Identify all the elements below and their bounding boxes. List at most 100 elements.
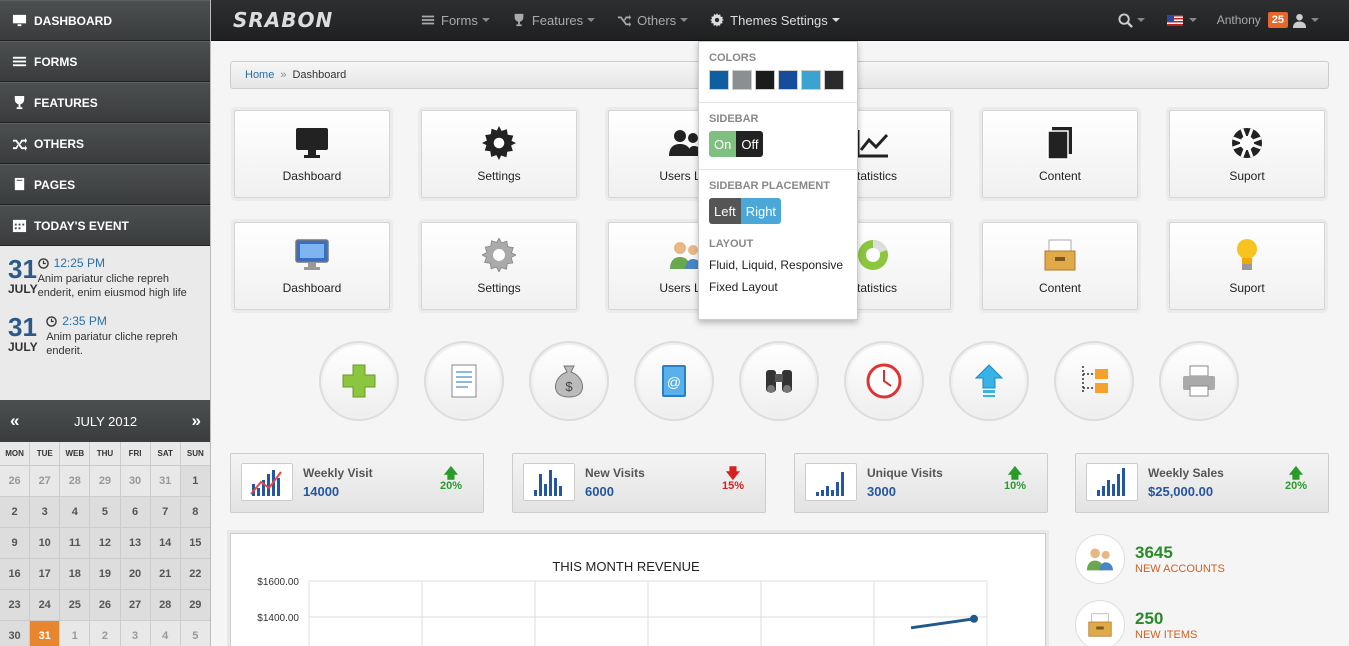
calendar-day[interactable]: 3: [30, 497, 61, 528]
calendar-day[interactable]: 16: [0, 559, 31, 590]
search-icon[interactable]: [1118, 12, 1133, 28]
nav-others[interactable]: Others: [617, 13, 689, 28]
user-icon[interactable]: [1292, 13, 1307, 28]
calendar-day[interactable]: 9: [0, 528, 31, 559]
quick-upload-button[interactable]: [949, 341, 1029, 421]
calendar-day[interactable]: 29: [180, 590, 210, 621]
calendar-day[interactable]: 1: [60, 621, 91, 646]
color-swatch[interactable]: [801, 70, 821, 90]
calendar-day[interactable]: 6: [120, 497, 151, 528]
quick-contacts-button[interactable]: @: [634, 341, 714, 421]
calendar-day[interactable]: 3: [120, 621, 151, 646]
sidebar-off-button[interactable]: Off: [736, 131, 764, 157]
color-swatch[interactable]: [778, 70, 798, 90]
stat-weekly-sales[interactable]: Weekly Sales $25,000.00 🡅 20%: [1075, 453, 1329, 513]
quick-clock-button[interactable]: [844, 341, 924, 421]
layout-fixed-option[interactable]: Fixed Layout: [709, 280, 847, 294]
nav-forms[interactable]: Forms: [421, 13, 490, 28]
calendar-day[interactable]: 21: [150, 559, 181, 590]
quick-folders-button[interactable]: [1054, 341, 1134, 421]
calendar-next-button[interactable]: »: [192, 411, 201, 431]
tile-dashboard[interactable]: Dashboard: [234, 110, 390, 198]
tile-settings[interactable]: Settings: [421, 110, 577, 198]
stat-unique-visits[interactable]: Unique Visits 3000 🡅 10%: [794, 453, 1048, 513]
quick-search-button[interactable]: [739, 341, 819, 421]
quick-document-button[interactable]: [424, 341, 504, 421]
quick-add-button[interactable]: [319, 341, 399, 421]
calendar-day[interactable]: 30: [0, 621, 31, 646]
sidebar-item-features[interactable]: FEATURES: [0, 82, 210, 123]
calendar-day[interactable]: 5: [90, 497, 121, 528]
calendar-day[interactable]: 28: [150, 590, 181, 621]
layout-fluid-option[interactable]: Fluid, Liquid, Responsive: [709, 258, 847, 272]
calendar-day[interactable]: 23: [0, 590, 31, 621]
calendar-day[interactable]: 25: [60, 590, 91, 621]
new-items-stat[interactable]: 250 NEW ITEMS: [1075, 600, 1197, 646]
sidebar-item-forms[interactable]: FORMS: [0, 41, 210, 82]
us-flag-icon[interactable]: [1166, 14, 1183, 26]
calendar-day[interactable]: 17: [30, 559, 61, 590]
calendar-day[interactable]: 7: [150, 497, 181, 528]
color-swatch[interactable]: [709, 70, 729, 90]
sidebar-item-dashboard[interactable]: DASHBOARD: [0, 0, 210, 41]
calendar-day[interactable]: 2: [90, 621, 121, 646]
placement-left-button[interactable]: Left: [709, 198, 741, 224]
event-item[interactable]: 31 JULY 2:35 PM Anim pariatur cliche rep…: [8, 314, 202, 358]
calendar-day[interactable]: 29: [90, 466, 121, 497]
calendar-day[interactable]: 20: [120, 559, 151, 590]
tile-content[interactable]: Content: [982, 110, 1138, 198]
calendar-day[interactable]: 28: [60, 466, 91, 497]
calendar-day[interactable]: 18: [60, 559, 91, 590]
color-swatch[interactable]: [824, 70, 844, 90]
calendar-day[interactable]: 31: [150, 466, 181, 497]
user-name[interactable]: Anthony: [1217, 13, 1261, 27]
calendar-day[interactable]: 13: [120, 528, 151, 559]
calendar-day[interactable]: 4: [60, 497, 91, 528]
calendar-day[interactable]: 31: [30, 621, 61, 646]
tile-settings-2[interactable]: Settings: [421, 222, 577, 310]
new-accounts-stat[interactable]: 3645 NEW ACCOUNTS: [1075, 534, 1225, 584]
calendar-day[interactable]: 27: [30, 466, 61, 497]
sidebar-item-todays-event[interactable]: TODAY'S EVENT: [0, 205, 210, 246]
sidebar-item-others[interactable]: OTHERS: [0, 123, 210, 164]
calendar-day[interactable]: 19: [90, 559, 121, 590]
calendar-day[interactable]: 15: [180, 528, 210, 559]
quick-money-button[interactable]: $: [529, 341, 609, 421]
calendar-day[interactable]: 8: [180, 497, 210, 528]
stat-weekly-visit[interactable]: Weekly Visit 14000 🡅 20%: [230, 453, 484, 513]
calendar-day[interactable]: 1: [180, 466, 210, 497]
quick-print-button[interactable]: [1159, 341, 1239, 421]
calendar-day[interactable]: 14: [150, 528, 181, 559]
sidebar-on-button[interactable]: On: [709, 131, 737, 157]
calendar-day[interactable]: 27: [120, 590, 151, 621]
calendar-day[interactable]: 30: [120, 466, 151, 497]
calendar-day[interactable]: 4: [150, 621, 181, 646]
notification-badge[interactable]: 25: [1267, 12, 1288, 28]
color-swatch[interactable]: [732, 70, 752, 90]
calendar-day[interactable]: 11: [60, 528, 91, 559]
placement-right-button[interactable]: Right: [740, 198, 782, 224]
data-point[interactable]: [970, 614, 978, 623]
nav-features[interactable]: Features: [512, 13, 596, 28]
calendar-day[interactable]: 24: [30, 590, 61, 621]
calendar-day[interactable]: 2: [0, 497, 31, 528]
sidebar-item-pages[interactable]: PAGES: [0, 164, 210, 205]
event-item[interactable]: 31 JULY 12:25 PM Anim pariatur cliche re…: [8, 256, 202, 300]
tile-dashboard-2[interactable]: Dashboard: [234, 222, 390, 310]
calendar-day[interactable]: 12: [90, 528, 121, 559]
logo[interactable]: SRABON: [233, 8, 333, 32]
tile-suport-2[interactable]: Suport: [1169, 222, 1325, 310]
event-date: 31 JULY: [8, 256, 38, 300]
calendar-day[interactable]: 5: [180, 621, 210, 646]
stat-new-visits[interactable]: New Visits 6000 🡇 15%: [512, 453, 766, 513]
tile-content-2[interactable]: Content: [982, 222, 1138, 310]
calendar-day[interactable]: 26: [90, 590, 121, 621]
tile-suport[interactable]: Suport: [1169, 110, 1325, 198]
breadcrumb-home-link[interactable]: Home: [245, 69, 274, 81]
calendar-prev-button[interactable]: «: [10, 411, 19, 431]
calendar-day[interactable]: 10: [30, 528, 61, 559]
color-swatch[interactable]: [755, 70, 775, 90]
calendar-day[interactable]: 26: [0, 466, 31, 497]
nav-themes-settings[interactable]: Themes Settings: [710, 13, 840, 28]
calendar-day[interactable]: 22: [180, 559, 210, 590]
